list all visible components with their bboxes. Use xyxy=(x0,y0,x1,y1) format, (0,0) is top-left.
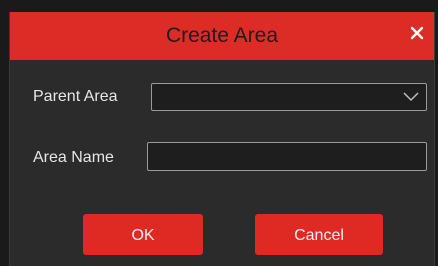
chevron-down-icon xyxy=(402,90,420,104)
parent-area-label: Parent Area xyxy=(33,88,118,105)
dialog-titlebar: Create Area xyxy=(10,12,434,60)
ok-button[interactable]: OK xyxy=(83,214,203,255)
create-area-dialog: Create Area Parent Area Area Name OK Can… xyxy=(9,12,435,266)
area-name-label: Area Name xyxy=(33,149,114,166)
close-icon xyxy=(410,26,424,40)
area-name-input[interactable] xyxy=(147,142,427,171)
dialog-title: Create Area xyxy=(165,24,279,47)
cancel-button[interactable]: Cancel xyxy=(255,214,383,255)
close-button[interactable] xyxy=(404,20,430,46)
parent-area-select[interactable] xyxy=(151,83,427,111)
